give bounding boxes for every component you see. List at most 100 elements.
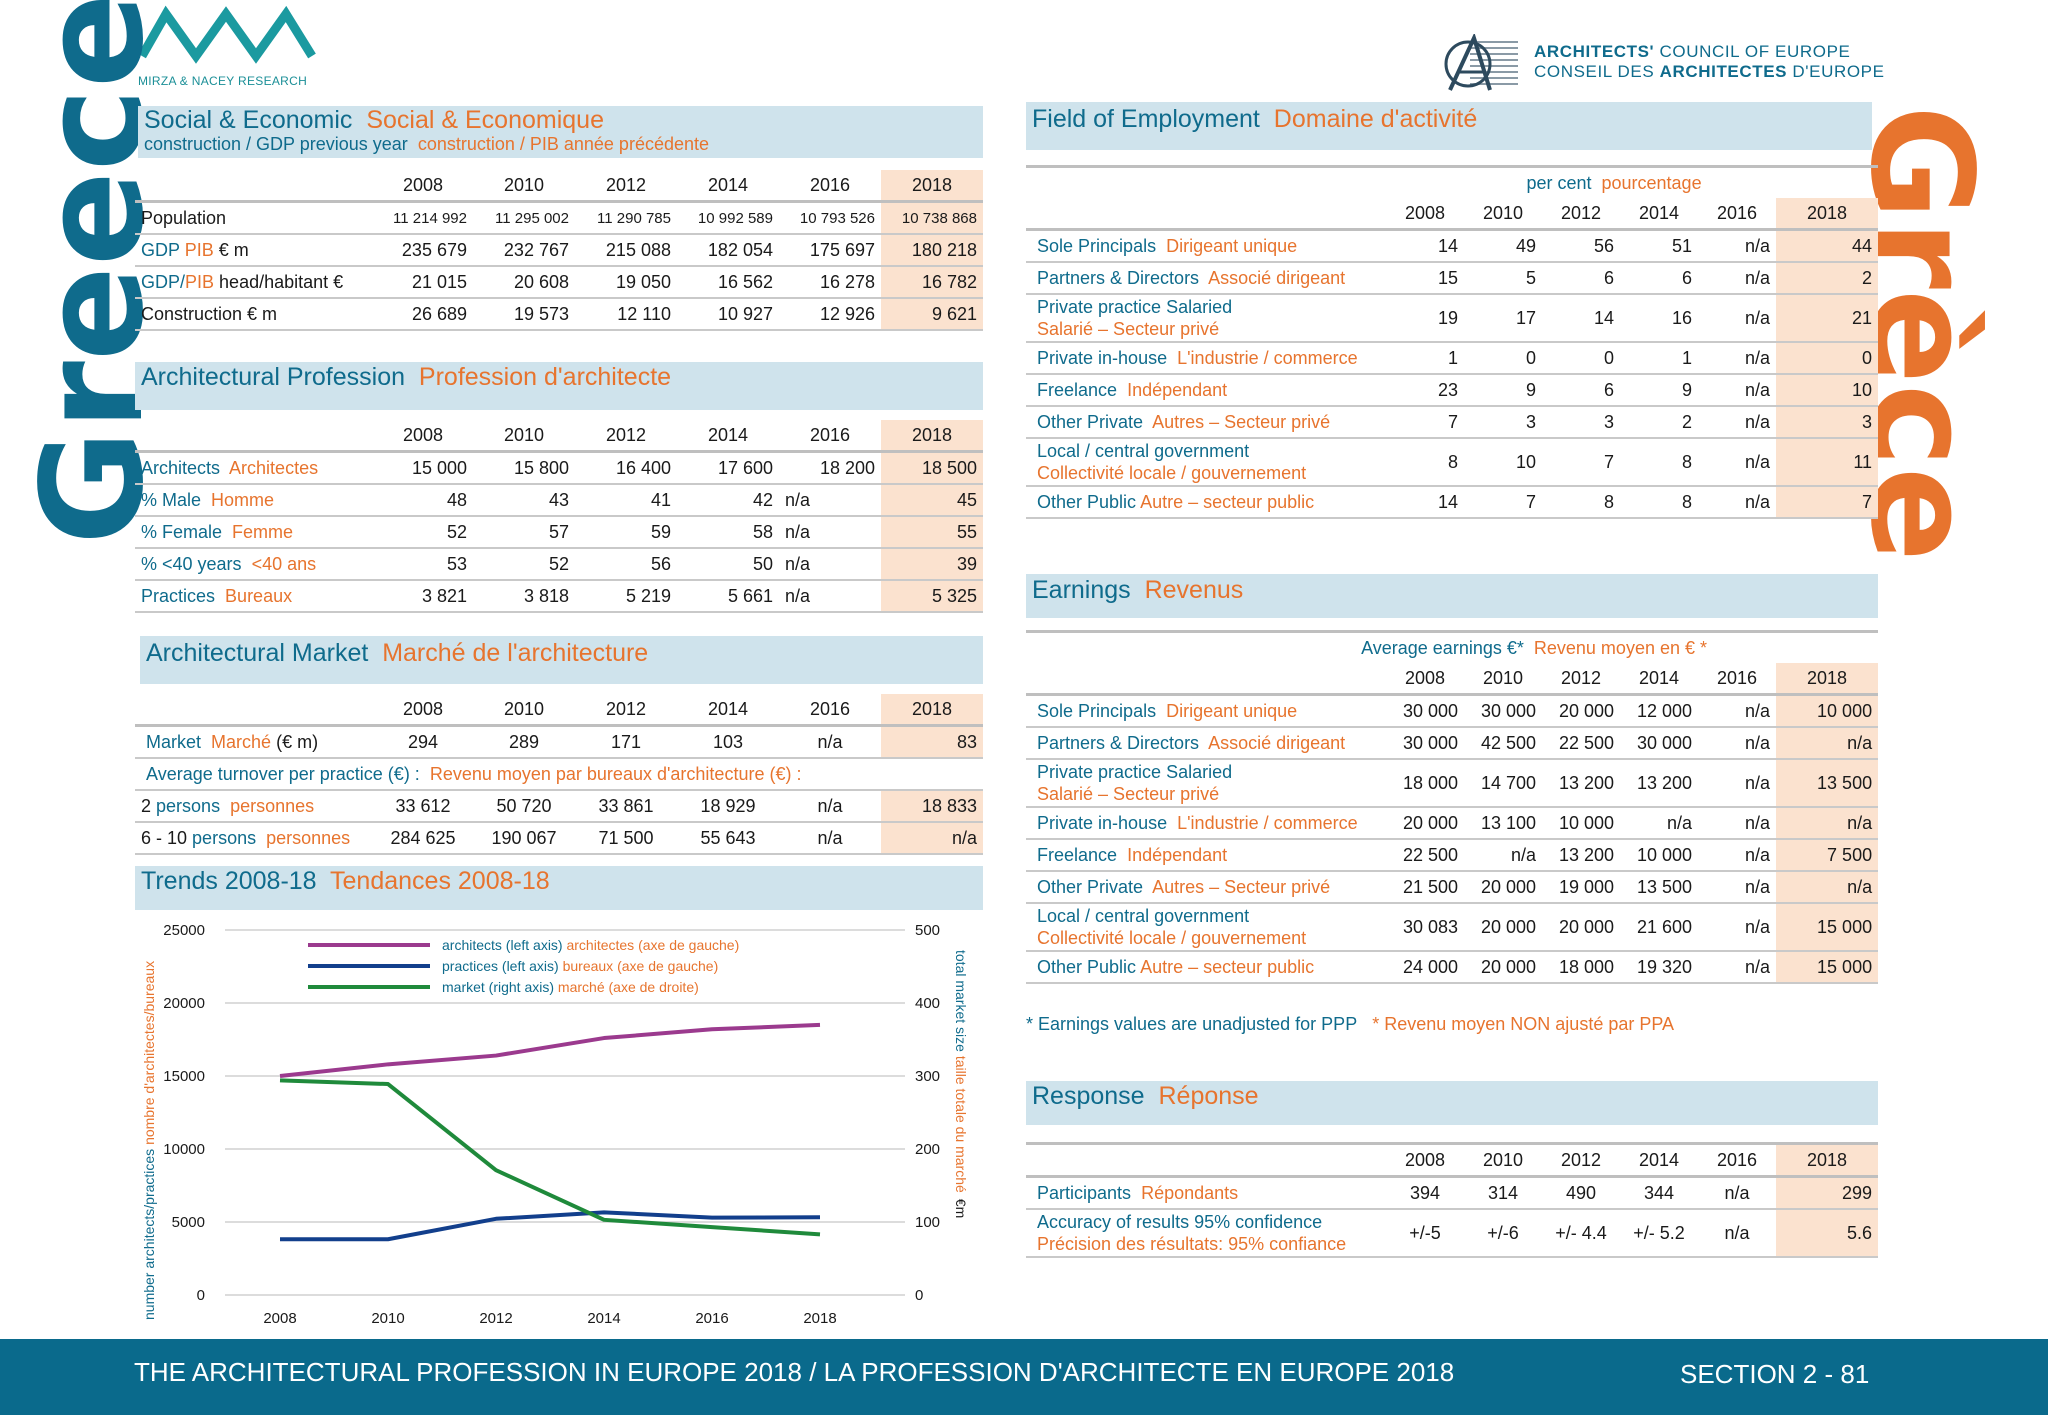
row-label: Population xyxy=(135,201,373,235)
value-cell: 21 500 xyxy=(1386,871,1464,904)
value-cell: 1 xyxy=(1620,342,1698,375)
value-cell: 16 xyxy=(1620,294,1698,343)
row-label: GDP PIB € m xyxy=(135,234,373,267)
ylabel-right: total market size taille totale du march… xyxy=(953,950,969,1218)
table-header-row: 2008 2010 2012 2014 2016 2018 xyxy=(135,170,983,203)
row-label: Other Private Autres – Secteur privé xyxy=(1026,406,1386,439)
legend-label: practices (left axis) bureaux (axe de ga… xyxy=(442,958,718,974)
value-cell: +/- 4.4 xyxy=(1542,1209,1620,1258)
row-label: 6 - 10 persons personnes xyxy=(135,822,373,855)
value-cell: 13 200 xyxy=(1542,759,1620,808)
ace-line1-prefix: ARCHITECTS' xyxy=(1534,42,1655,61)
response-title-fr: Réponse xyxy=(1158,1082,1259,1110)
value-cell: 44 xyxy=(1776,229,1879,263)
value-cell: 294 xyxy=(373,725,473,759)
value-cell: 19 320 xyxy=(1620,951,1698,984)
value-cell: 16 782 xyxy=(881,266,983,299)
value-cell: 344 xyxy=(1620,1176,1698,1210)
value-cell: 5 219 xyxy=(575,580,677,613)
legend-label: market (right axis) marché (axe de droit… xyxy=(442,979,699,995)
year-cell: 2016 xyxy=(1698,663,1776,696)
value-cell: 49 xyxy=(1464,229,1542,263)
value-cell: 10 992 589 xyxy=(677,201,779,235)
table-header-row: 2008 2010 2012 2014 2016 2018 xyxy=(1026,663,1879,696)
unit-label: per cent pourcentage xyxy=(1026,165,1879,198)
value-cell: 10 000 xyxy=(1542,807,1620,840)
table-row: GDP PIB € m 235 679 232 767 215 088 182 … xyxy=(135,234,983,267)
row-label: Other Private Autres – Secteur privé xyxy=(1026,871,1386,904)
value-cell: 16 400 xyxy=(575,451,677,485)
year-cell: 2010 xyxy=(1464,198,1542,231)
year-cell: 2010 xyxy=(473,170,575,203)
value-cell: 14 xyxy=(1542,294,1620,343)
row-label: % Male Homme xyxy=(135,484,373,517)
row-label: Participants Répondants xyxy=(1026,1176,1386,1210)
trends-title-en: Trends 2008-18 xyxy=(141,867,317,895)
row-label: Private practice Salaried Salarié – Sect… xyxy=(1026,759,1386,808)
x-tick-label: 2008 xyxy=(263,1310,296,1327)
value-cell: 9 621 xyxy=(881,298,983,331)
row-label: Partners & Directors Associé dirigeant xyxy=(1026,727,1386,760)
x-tick-label: 2016 xyxy=(695,1310,728,1327)
value-cell: 13 200 xyxy=(1620,759,1698,808)
value-cell: 490 xyxy=(1542,1176,1620,1210)
value-cell: 30 000 xyxy=(1386,727,1464,760)
value-cell: 103 xyxy=(677,725,779,759)
table-row: Sole Principals Dirigeant unique 14 49 5… xyxy=(1026,229,1879,263)
ace-line2-bold: ARCHITECTES xyxy=(1659,62,1788,81)
table-row: 6 - 10 persons personnes 284 625 190 067… xyxy=(135,822,983,855)
value-cell: 6 xyxy=(1620,262,1698,295)
value-cell: 12 110 xyxy=(575,298,677,331)
year-cell: 2008 xyxy=(1386,198,1464,231)
year-cell: 2018 xyxy=(1776,1142,1878,1178)
employment-banner: Field of Employment Domaine d'activité xyxy=(1026,102,1872,150)
table-row: Partners & Directors Associé dirigeant 1… xyxy=(1026,262,1879,295)
value-cell: 33 861 xyxy=(575,790,677,823)
value-cell: 18 000 xyxy=(1542,951,1620,984)
value-cell: 10 xyxy=(1776,374,1879,407)
value-cell: 12 926 xyxy=(779,298,881,331)
table-row: % Male Homme 48 43 41 42 n/a 45 xyxy=(135,484,983,517)
value-cell: 83 xyxy=(881,725,983,759)
row-label: Local / central government Collectivité … xyxy=(1026,903,1386,952)
value-cell: 11 214 992 xyxy=(373,201,473,235)
value-cell: 13 500 xyxy=(1776,759,1879,808)
value-cell: 52 xyxy=(473,548,575,581)
table-row: Freelance Indépendant 22 500 n/a 13 200 … xyxy=(1026,839,1879,872)
left-tick-label: 10000 xyxy=(163,1141,205,1158)
right-tick-label: 0 xyxy=(915,1287,923,1304)
unit-row: Average earnings €* Revenu moyen en € * xyxy=(1026,630,1879,663)
value-cell: 3 821 xyxy=(373,580,473,613)
value-cell: 299 xyxy=(1776,1176,1878,1210)
row-label: Freelance Indépendant xyxy=(1026,374,1386,407)
table-row: Local / central government Collectivité … xyxy=(1026,438,1879,487)
earnings-note: * Earnings values are unadjusted for PPP… xyxy=(1026,1014,1675,1034)
value-cell: 16 278 xyxy=(779,266,881,299)
value-cell: n/a xyxy=(1698,229,1776,263)
table-row: Other Public Autre – secteur public 24 0… xyxy=(1026,951,1879,984)
value-cell: +/-5 xyxy=(1386,1209,1464,1258)
value-cell: 11 295 002 xyxy=(473,201,575,235)
value-cell: 21 600 xyxy=(1620,903,1698,952)
value-cell: 0 xyxy=(1464,342,1542,375)
ace-line1-suffix: COUNCIL OF EUROPE xyxy=(1654,42,1851,61)
response-table: 2008 2010 2012 2014 2016 2018 Participan… xyxy=(1026,1142,1878,1258)
value-cell: 21 xyxy=(1776,294,1879,343)
series-line xyxy=(279,1210,821,1242)
table-row: Other Private Autres – Secteur privé 21 … xyxy=(1026,871,1879,904)
right-tick-label: 400 xyxy=(915,995,940,1012)
ylabel-left: number architects/practices nombre d'arc… xyxy=(141,961,157,1320)
year-cell: 2008 xyxy=(1386,663,1464,696)
row-label: Local / central government Collectivité … xyxy=(1026,438,1386,487)
value-cell: n/a xyxy=(1776,871,1879,904)
value-cell: 30 000 xyxy=(1464,694,1542,728)
value-cell: 50 xyxy=(677,548,779,581)
value-cell: 10 793 526 xyxy=(779,201,881,235)
value-cell: 232 767 xyxy=(473,234,575,267)
value-cell: 56 xyxy=(575,548,677,581)
value-cell: 10 000 xyxy=(1776,694,1879,728)
year-cell: 2012 xyxy=(575,694,677,727)
value-cell: 175 697 xyxy=(779,234,881,267)
table-row: Other Public Autre – secteur public 14 7… xyxy=(1026,486,1879,519)
value-cell: n/a xyxy=(1776,807,1879,840)
